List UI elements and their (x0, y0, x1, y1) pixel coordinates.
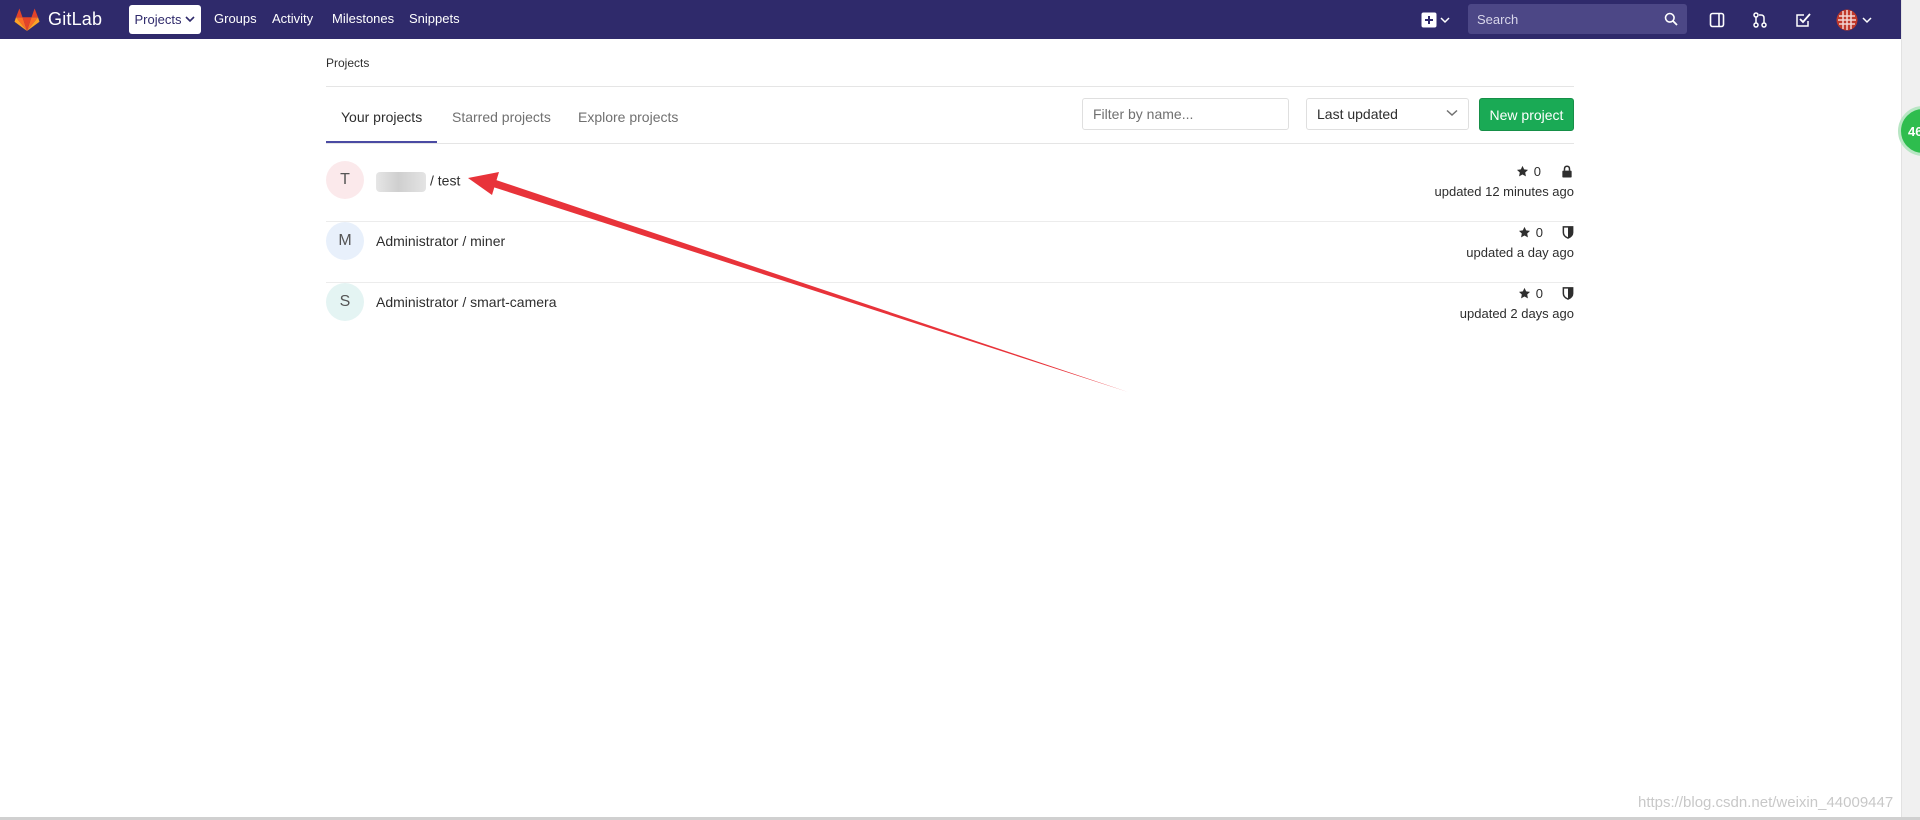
nav-milestones[interactable]: Milestones (332, 11, 394, 26)
project-name: / test (430, 172, 461, 189)
nav-projects-label: Projects (134, 12, 182, 27)
breadcrumb[interactable]: Projects (326, 56, 369, 70)
user-menu-dropdown[interactable] (1834, 9, 1874, 31)
star-count: 0 (1533, 164, 1541, 179)
divider (326, 86, 1574, 87)
project-stats: 0 (1518, 286, 1574, 301)
project-row[interactable]: M Administrator / miner 0 updated a day … (326, 222, 1574, 283)
project-name-link[interactable]: Administrator / miner (376, 233, 505, 249)
chevron-down-icon (1439, 16, 1450, 23)
project-avatar[interactable]: S (326, 283, 364, 321)
lock-icon (1562, 165, 1572, 178)
brand-name: GitLab (48, 9, 103, 29)
nav-snippets[interactable]: Snippets (409, 11, 460, 26)
annotation-arrow (468, 172, 1128, 392)
filter-by-name-input[interactable] (1082, 98, 1289, 130)
sort-value: Last updated (1317, 106, 1398, 122)
new-project-button[interactable]: New project (1479, 98, 1574, 131)
nav-activity[interactable]: Activity (272, 11, 313, 26)
project-stats: 0 (1518, 225, 1574, 240)
updated-time: updated 2 days ago (1459, 306, 1574, 321)
merge-request-icon (1753, 12, 1767, 28)
top-navbar: GitLab Projects Groups Activity Mileston… (0, 0, 1920, 39)
sidebar-toggle-button[interactable] (1706, 9, 1728, 31)
todos-button[interactable] (1792, 9, 1814, 31)
plus-square-icon (1421, 12, 1436, 28)
project-name-link[interactable]: Administrator / smart-camera (376, 294, 556, 310)
watermark: https://blog.csdn.net/weixin_44009447 (1638, 794, 1894, 811)
project-row[interactable]: S Administrator / smart-camera 0 updated… (326, 283, 1574, 344)
divider (326, 143, 1574, 144)
nav-projects-dropdown[interactable]: Projects (129, 5, 201, 34)
star-icon (1516, 165, 1528, 177)
search-box (1468, 4, 1687, 34)
star-icon (1518, 287, 1530, 299)
shield-icon (1562, 226, 1574, 239)
search-icon[interactable] (1664, 12, 1678, 26)
updated-time: updated a day ago (1466, 245, 1574, 260)
project-name-link[interactable]: / test (376, 172, 460, 192)
gitlab-tanuki-icon (14, 8, 40, 31)
todo-check-icon (1796, 13, 1811, 27)
sort-dropdown[interactable]: Last updated (1306, 98, 1469, 130)
redacted-namespace (376, 172, 426, 192)
tab-explore-projects[interactable]: Explore projects (578, 109, 678, 125)
updated-time: updated 12 minutes ago (1434, 184, 1575, 199)
gitlab-logo[interactable]: GitLab (14, 7, 102, 32)
chevron-down-icon (1862, 16, 1872, 23)
tab-your-projects[interactable]: Your projects (341, 109, 422, 125)
user-avatar-icon (1836, 9, 1858, 31)
star-count: 0 (1535, 225, 1543, 240)
panel-icon (1709, 12, 1725, 28)
star-icon (1518, 226, 1530, 238)
search-input[interactable] (1477, 4, 1647, 34)
project-stats: 0 (1516, 164, 1574, 179)
star-count: 0 (1535, 286, 1543, 301)
project-avatar[interactable]: T (326, 161, 364, 199)
shield-icon (1562, 287, 1574, 300)
new-item-dropdown[interactable] (1418, 9, 1452, 31)
chevron-down-icon (185, 16, 196, 23)
nav-groups[interactable]: Groups (214, 11, 257, 26)
tab-starred-projects[interactable]: Starred projects (452, 109, 551, 125)
merge-requests-button[interactable] (1749, 9, 1771, 31)
project-avatar[interactable]: M (326, 222, 364, 260)
project-row[interactable]: T / test 0 updated 12 minutes ago (326, 161, 1574, 222)
chevron-down-icon (1446, 109, 1458, 117)
